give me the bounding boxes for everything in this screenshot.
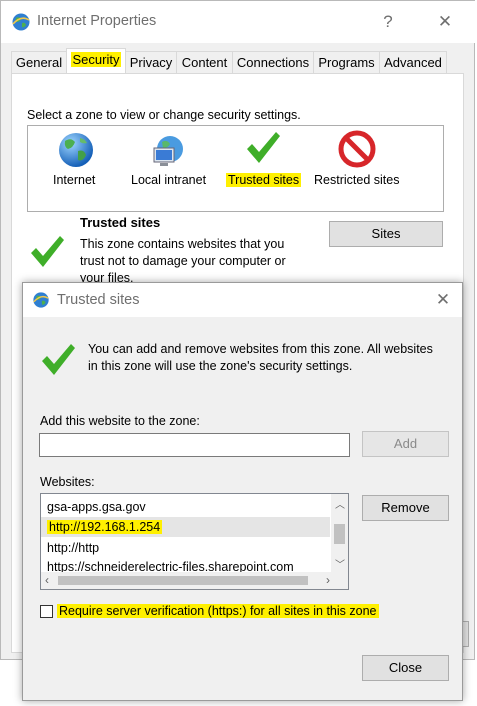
sites-button[interactable]: Sites <box>329 221 443 247</box>
tab-programs[interactable]: Programs <box>313 51 380 73</box>
network-computer-icon[interactable] <box>150 132 190 170</box>
horizontal-scrollbar[interactable]: ‹ › <box>41 572 348 589</box>
vertical-scroll-thumb[interactable] <box>334 524 345 544</box>
close-button-label: Close <box>388 660 423 675</box>
tab-security[interactable]: Security <box>66 48 126 74</box>
add-button[interactable]: Add <box>362 431 449 457</box>
scrollbar-corner <box>331 572 348 589</box>
horizontal-scroll-thumb[interactable] <box>58 576 308 585</box>
add-website-input[interactable] <box>39 433 350 457</box>
zone-internet-label[interactable]: Internet <box>53 173 95 187</box>
tab-advanced[interactable]: Advanced <box>379 51 447 73</box>
ie-globe-icon <box>11 12 31 32</box>
tab-content-label: Content <box>181 55 228 70</box>
tab-security-label: Security <box>70 52 122 67</box>
remove-button-label: Remove <box>381 500 430 515</box>
scroll-left-icon[interactable]: ‹ <box>45 573 49 587</box>
main-titlebar: Internet Properties ? ✕ <box>1 1 476 43</box>
close-button[interactable]: Close <box>362 655 449 681</box>
scroll-up-icon[interactable]: ︿ <box>335 496 345 511</box>
dialog-info-line-2: in this zone will use the zone's securit… <box>88 359 353 373</box>
globe-icon[interactable] <box>56 130 96 170</box>
trusted-sites-dialog: Trusted sites ✕ You can add and remove w… <box>22 282 463 701</box>
dialog-close-icon[interactable]: ✕ <box>428 290 458 310</box>
add-website-label: Add this website to the zone: <box>40 414 200 428</box>
tab-general-label: General <box>15 55 63 70</box>
scroll-down-icon[interactable]: ﹀ <box>335 556 345 571</box>
list-item[interactable]: http://http <box>47 538 99 558</box>
remove-button[interactable]: Remove <box>362 495 449 521</box>
tab-general[interactable]: General <box>11 51 67 73</box>
dialog-titlebar: Trusted sites ✕ <box>23 283 462 317</box>
list-item[interactable]: gsa-apps.gsa.gov <box>47 497 146 517</box>
tab-programs-label: Programs <box>318 55 375 70</box>
zone-restricted-sites-label[interactable]: Restricted sites <box>314 173 399 187</box>
list-item-selected-text: http://192.168.1.254 <box>47 520 163 534</box>
tab-privacy[interactable]: Privacy <box>125 51 177 73</box>
main-title: Internet Properties <box>37 13 157 29</box>
dialog-globe-icon <box>32 291 50 309</box>
tab-connections[interactable]: Connections <box>232 51 314 73</box>
zone-desc-line-2: trust not to damage your computer or <box>80 254 286 268</box>
close-window-button[interactable]: ✕ <box>430 12 460 32</box>
zone-local-intranet-label[interactable]: Local intranet <box>131 173 206 187</box>
tab-advanced-label: Advanced <box>384 55 442 70</box>
dialog-title: Trusted sites <box>57 292 140 308</box>
trusted-zone-check-icon <box>27 233 67 271</box>
tab-privacy-label: Privacy <box>129 55 173 70</box>
websites-label: Websites: <box>40 475 95 489</box>
sites-button-label: Sites <box>371 226 401 241</box>
zone-title: Trusted sites <box>80 215 161 230</box>
tab-connections-label: Connections <box>236 55 310 70</box>
zone-trusted-sites-label[interactable]: Trusted sites <box>226 173 302 187</box>
websites-listbox[interactable]: gsa-apps.gsa.gov http://192.168.1.254 ht… <box>40 493 349 590</box>
require-https-checkbox[interactable] <box>40 605 53 618</box>
help-button[interactable]: ? <box>373 12 403 32</box>
add-button-label: Add <box>393 436 418 451</box>
restricted-icon[interactable] <box>338 130 376 168</box>
zone-prompt: Select a zone to view or change security… <box>27 108 301 122</box>
dialog-check-icon <box>38 341 78 379</box>
zone-desc-line-1: This zone contains websites that you <box>80 237 285 251</box>
tab-content[interactable]: Content <box>176 51 233 73</box>
green-check-icon[interactable] <box>244 129 282 167</box>
vertical-scrollbar[interactable]: ︿ ﹀ <box>331 494 348 572</box>
scroll-right-icon[interactable]: › <box>326 573 330 587</box>
require-https-label[interactable]: Require server verification (https:) for… <box>57 604 379 618</box>
list-item-selected[interactable]: http://192.168.1.254 <box>41 517 330 537</box>
dialog-info-line-1: You can add and remove websites from thi… <box>88 342 433 356</box>
